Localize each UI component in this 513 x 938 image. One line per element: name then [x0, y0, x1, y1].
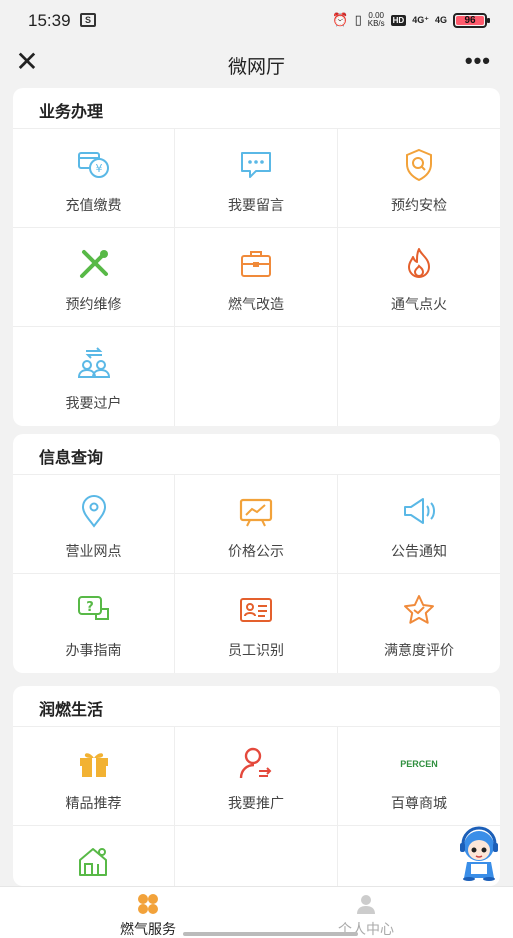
hd-badge: HD: [390, 14, 407, 26]
grid-empty-cell: [175, 327, 338, 426]
gift-icon: [79, 753, 108, 777]
grid-item-rating[interactable]: 满意度评价: [338, 574, 500, 673]
grid-item-gas-renovation[interactable]: 燃气改造: [175, 228, 338, 327]
gas-service-icon: [138, 894, 158, 914]
safety-check-icon: [406, 148, 432, 182]
grid-item-transfer[interactable]: 我要过户: [13, 327, 175, 426]
grid-item-promote[interactable]: 我要推广: [175, 727, 338, 826]
status-bar: 15:39 S ⏰ ▯ 0.00 KB/s HD 4G⁺ 4G 96: [0, 0, 513, 42]
grid-item-label: 公告通知: [391, 543, 447, 559]
grid-item-label: 百尊商城: [391, 795, 447, 811]
grid-item-recharge[interactable]: ¥ 充值缴费: [13, 129, 175, 228]
price-board-icon: [239, 498, 273, 527]
life-section: 润燃生活 精品推荐 我要推广 PERCEN 百尊商城: [13, 686, 500, 886]
info-section: 信息查询 营业网点 价格公示 公告通知 ? 办事指南 员工识别 满意度评价: [13, 434, 500, 673]
grid-item-label: 办事指南: [65, 642, 122, 658]
grid-item-label: 员工识别: [228, 642, 284, 658]
grid-item-notice[interactable]: 公告通知: [338, 475, 500, 574]
speaker-icon: [404, 498, 435, 524]
promote-icon: [239, 747, 272, 779]
info-grid: 营业网点 价格公示 公告通知 ? 办事指南 员工识别 满意度评价: [13, 474, 500, 673]
grid-item-price[interactable]: 价格公示: [175, 475, 338, 574]
network-speed: 0.00 KB/s: [368, 12, 385, 28]
star-icon: [404, 595, 434, 624]
grid-item-staff-id[interactable]: 员工识别: [175, 574, 338, 673]
close-button[interactable]: ✕: [14, 48, 40, 76]
home-indicator: [183, 932, 358, 936]
grid-item-mall[interactable]: PERCEN 百尊商城: [338, 727, 500, 826]
grid-item-recommend[interactable]: 精品推荐: [13, 727, 175, 826]
grid-item-label: 充值缴费: [65, 197, 122, 213]
section-title: 业务办理: [39, 104, 104, 121]
recharge-icon: ¥: [77, 152, 109, 178]
svg-text:?: ?: [86, 600, 94, 615]
grid-item-label: 营业网点: [65, 543, 122, 559]
grid-item-repair[interactable]: 预约维修: [13, 228, 175, 327]
grid-item-message[interactable]: 我要留言: [175, 129, 338, 228]
grid-item-label: 满意度评价: [384, 642, 454, 658]
battery-icon: 96: [453, 12, 490, 28]
section-title: 润燃生活: [39, 702, 104, 719]
grid-item-label: 我要过户: [65, 395, 122, 411]
business-grid: ¥ 充值缴费 我要留言 预约安检 预约维修 燃气改造 通气点火 我要过户: [13, 128, 500, 426]
grid-item-branches[interactable]: 营业网点: [13, 475, 175, 574]
notification-icon: S: [80, 13, 96, 27]
grid-item-label: 价格公示: [228, 543, 284, 559]
life-grid: 精品推荐 我要推广 PERCEN 百尊商城: [13, 726, 500, 886]
grid-item-label: 预约维修: [65, 296, 122, 312]
bottom-tab-bar: 燃气服务 个人中心: [0, 886, 513, 938]
svg-text:¥: ¥: [95, 162, 102, 175]
signal-4g-plus-icon: 4G⁺: [412, 14, 429, 25]
vibrate-icon: ▯: [354, 12, 362, 27]
message-icon: [241, 152, 271, 178]
person-icon: [357, 895, 375, 914]
flame-icon: [408, 248, 430, 278]
grid-item-ignition[interactable]: 通气点火: [338, 228, 500, 327]
network-speed-unit: KB/s: [367, 19, 385, 28]
more-menu-button[interactable]: •••: [465, 48, 491, 74]
battery-level: 96: [456, 15, 484, 25]
content-scroll-area[interactable]: 业务办理 ¥ 充值缴费 我要留言 预约安检 预约维修 燃气改造 通气点火 我要过…: [0, 88, 513, 888]
grid-item-guide[interactable]: ? 办事指南: [13, 574, 175, 673]
business-section: 业务办理 ¥ 充值缴费 我要留言 预约安检 预约维修 燃气改造 通气点火 我要过…: [13, 88, 500, 426]
tab-label: 燃气服务: [120, 921, 176, 937]
page-title: 微网厅: [227, 57, 285, 78]
section-title: 信息查询: [39, 450, 104, 467]
house-icon: [78, 848, 107, 876]
status-indicators: ⏰ ▯ 0.00 KB/s HD 4G⁺ 4G 96: [332, 12, 490, 28]
toolbox-icon: [241, 251, 271, 277]
grid-item-label: 通气点火: [391, 296, 447, 312]
transfer-icon: [77, 347, 110, 378]
mascot-assistant-icon[interactable]: [455, 826, 503, 882]
grid-empty-cell: [338, 327, 500, 426]
location-icon: [81, 495, 106, 528]
signal-4g-icon: 4G: [434, 15, 447, 25]
grid-item-label: 预约安检: [391, 197, 447, 213]
grid-item-safety-check[interactable]: 预约安检: [338, 129, 500, 228]
grid-item-label: 精品推荐: [65, 795, 122, 811]
grid-item-label: 燃气改造: [228, 296, 284, 312]
grid-item-label: 我要推广: [228, 795, 284, 811]
repair-icon: [79, 250, 108, 278]
guide-icon: ?: [77, 596, 109, 620]
nav-bar: ✕ 微网厅 •••: [0, 42, 513, 88]
alarm-icon: ⏰: [332, 12, 349, 27]
id-card-icon: [240, 598, 272, 622]
status-time: 15:39: [28, 11, 71, 30]
percen-logo-text: PERCEN: [400, 759, 438, 769]
grid-empty-cell: [175, 826, 338, 886]
grid-item-label: 我要留言: [228, 197, 284, 213]
grid-item-home[interactable]: [13, 826, 175, 886]
percen-logo: PERCEN: [400, 759, 438, 769]
